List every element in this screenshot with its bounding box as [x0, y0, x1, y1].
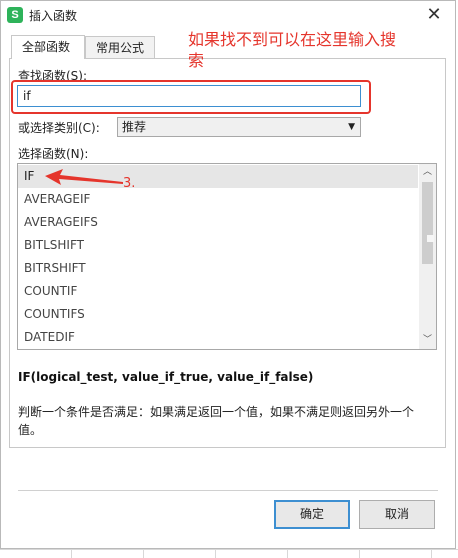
annotation-hint-text: 如果找不到可以在这里输入搜索: [188, 30, 397, 70]
category-select[interactable]: 推荐 ▼: [117, 117, 361, 137]
tab-all-functions[interactable]: 全部函数: [11, 35, 85, 59]
annotation-step-number: 3.: [123, 176, 136, 191]
chevron-down-icon[interactable]: ﹀: [419, 332, 436, 349]
insert-function-dialog: S 插入函数 ✕ 全部函数 常用公式 如果找不到可以在这里输入搜索 查找函数(S…: [0, 0, 456, 549]
dialog-title: 插入函数: [29, 9, 78, 23]
function-list[interactable]: IF AVERAGEIF AVERAGEIFS BITLSHIFT BITRSH…: [17, 163, 437, 350]
chevron-down-icon: ▼: [348, 122, 355, 132]
chevron-up-icon[interactable]: ︿: [419, 164, 436, 181]
category-label: 或选择类别(C):: [18, 121, 100, 135]
tab-common-formulas[interactable]: 常用公式: [85, 36, 155, 58]
title-bar: S 插入函数 ✕: [1, 1, 455, 31]
list-item[interactable]: AVERAGEIF: [18, 188, 418, 211]
list-item[interactable]: AVERAGEIFS: [18, 211, 418, 234]
wps-app-icon: S: [7, 7, 23, 23]
scroll-thumb[interactable]: [422, 182, 434, 264]
scroll-grip: [427, 235, 434, 242]
function-signature: IF(logical_test, value_if_true, value_if…: [18, 370, 314, 384]
ok-button[interactable]: 确定: [274, 500, 350, 529]
function-list-label: 选择函数(N):: [18, 147, 89, 161]
list-scrollbar[interactable]: ︿ ﹀: [419, 164, 436, 349]
list-item[interactable]: COUNTIFS: [18, 303, 418, 326]
list-item[interactable]: DATEDIF: [18, 326, 418, 349]
list-item[interactable]: BITLSHIFT: [18, 234, 418, 257]
function-description: 判断一个条件是否满足：如果满足返回一个值，如果不满足则返回另外一个值。: [18, 405, 415, 437]
divider: [18, 490, 438, 491]
list-item[interactable]: BITRSHIFT: [18, 257, 418, 280]
annotation-arrow-icon: [45, 169, 123, 185]
category-selected-value: 推荐: [122, 120, 147, 134]
close-icon[interactable]: ✕: [423, 4, 445, 26]
cancel-button[interactable]: 取消: [359, 500, 435, 529]
list-item[interactable]: COUNTIF: [18, 280, 418, 303]
search-input[interactable]: [17, 85, 361, 107]
